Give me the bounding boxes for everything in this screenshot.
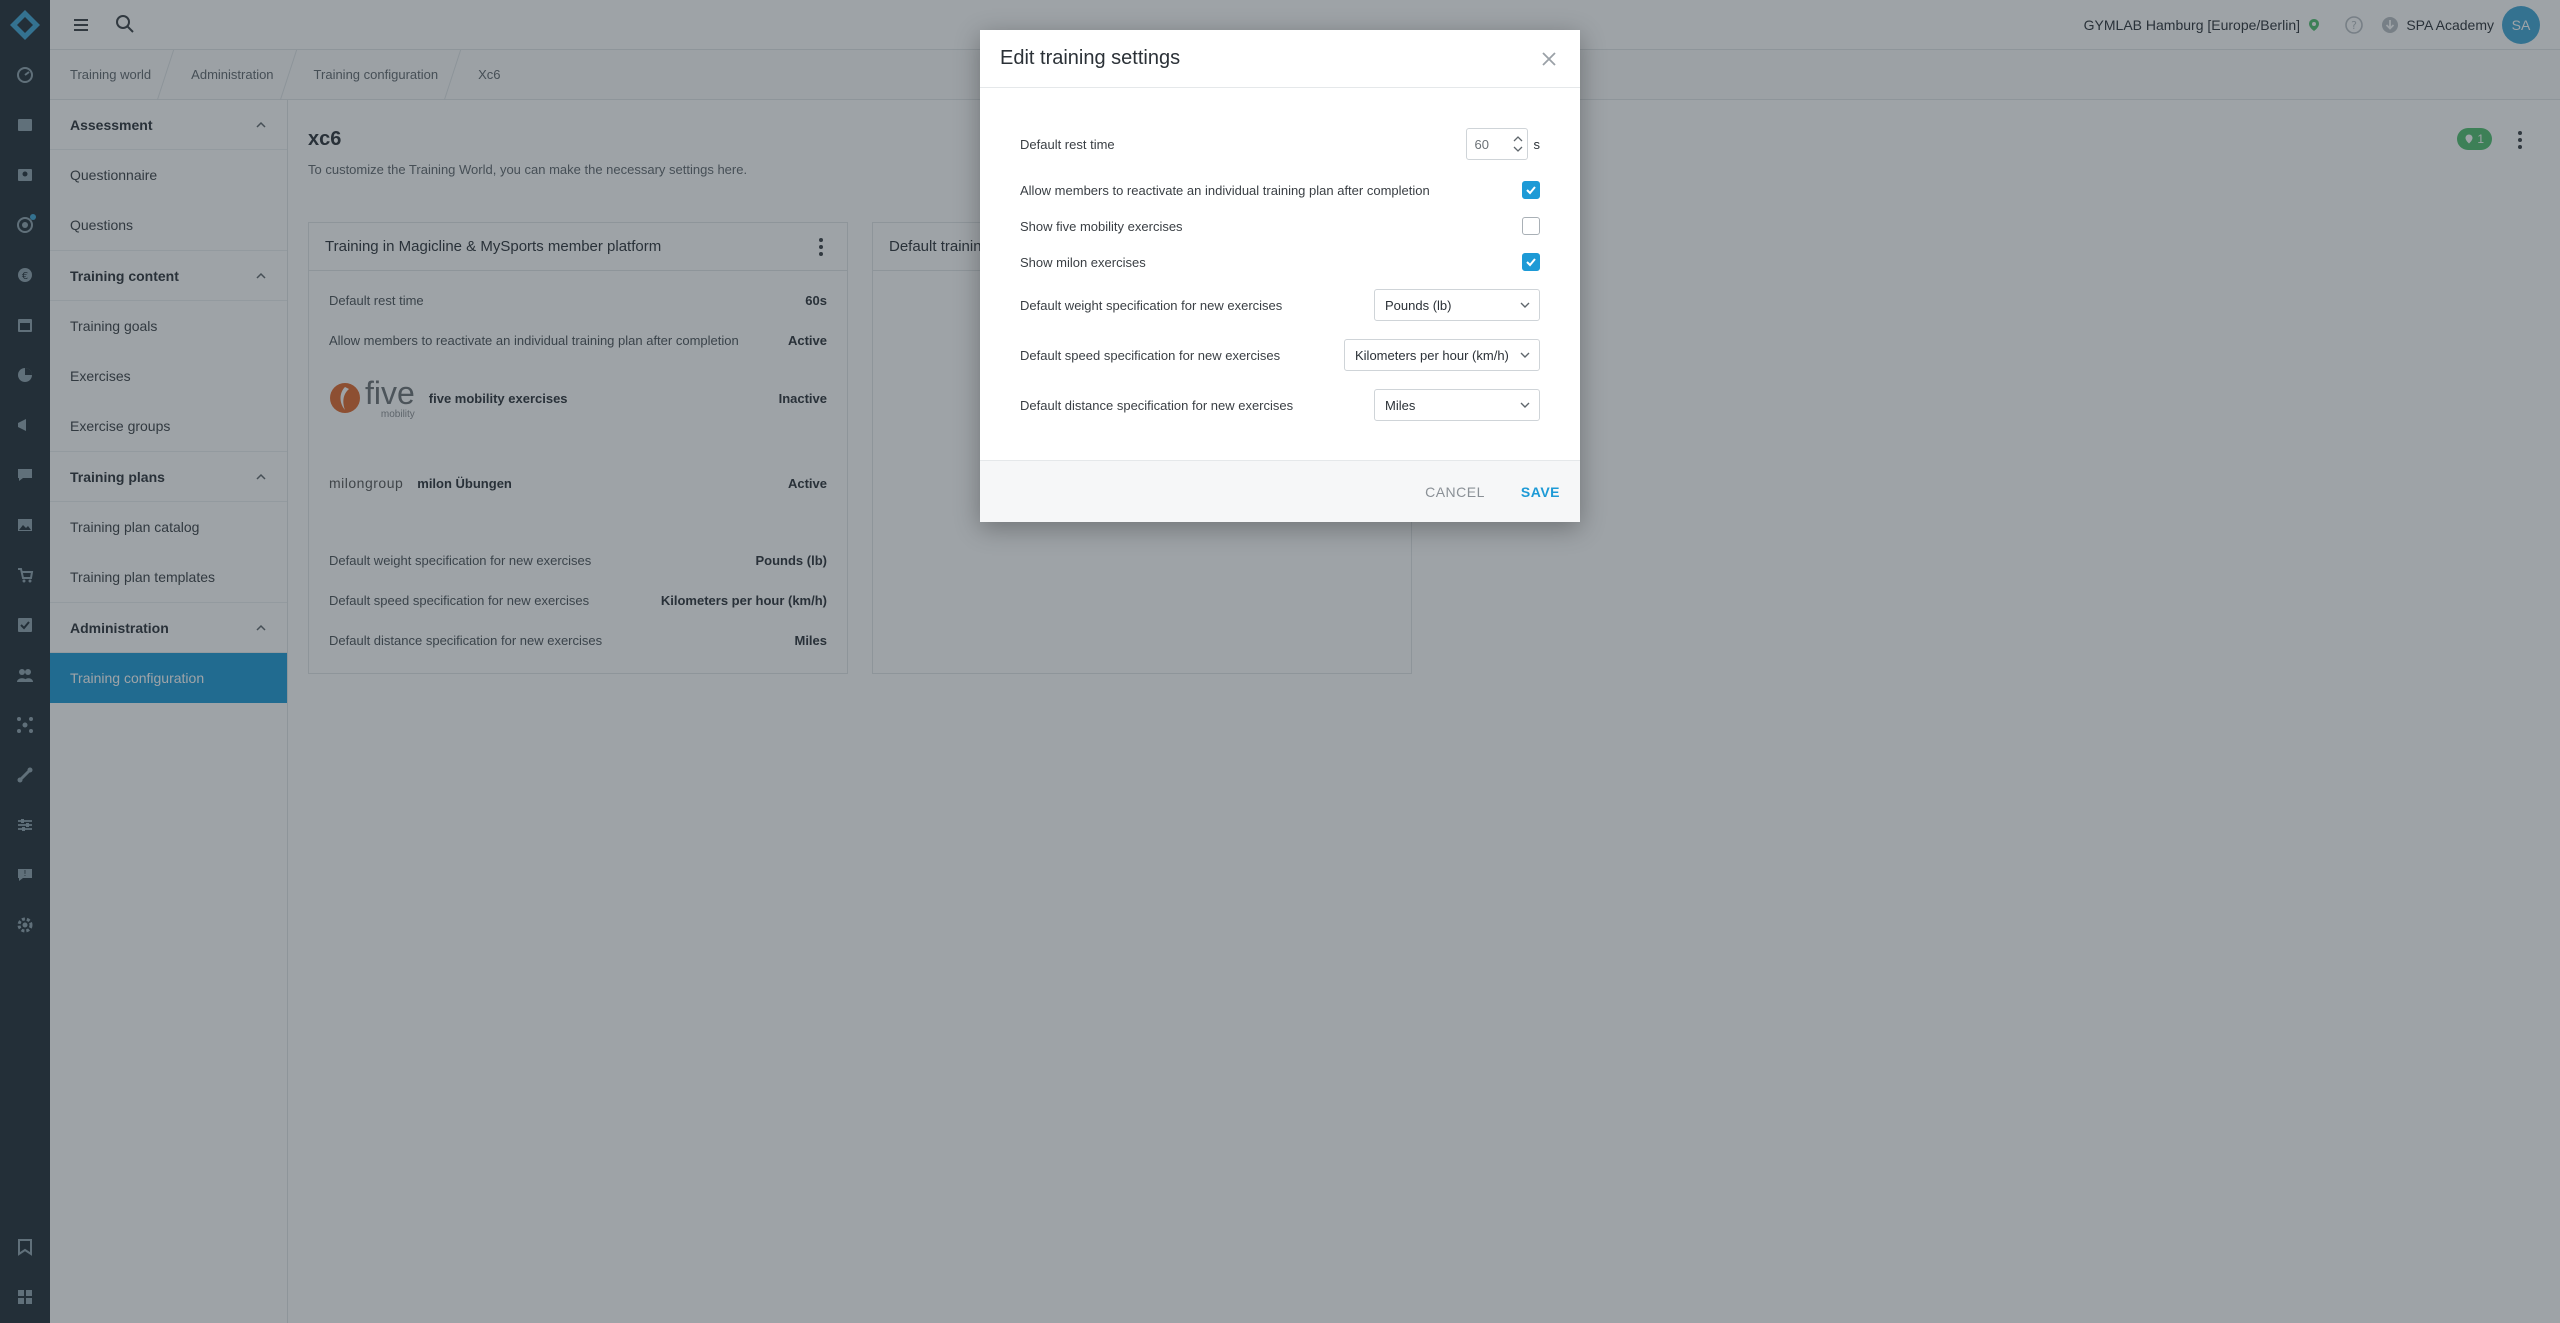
save-button[interactable]: SAVE xyxy=(1521,484,1560,500)
rest-time-row: Default rest time 60 s xyxy=(1020,128,1540,160)
dialog-header: Edit training settings xyxy=(980,30,1580,88)
rest-time-stepper: 60 s xyxy=(1465,128,1541,160)
rest-time-value: 60 xyxy=(1474,136,1489,152)
rest-time-spinner xyxy=(1513,135,1523,153)
chevron-down-icon xyxy=(1520,402,1530,408)
milon-checkbox[interactable] xyxy=(1522,253,1540,271)
decrement-chevron-down-icon[interactable] xyxy=(1513,145,1523,153)
distance-row: Default distance specification for new e… xyxy=(1020,389,1540,421)
weight-selected-value: Pounds (lb) xyxy=(1385,297,1452,313)
weight-select[interactable]: Pounds (lb) xyxy=(1374,289,1540,321)
speed-label: Default speed specification for new exer… xyxy=(1020,347,1281,363)
speed-select[interactable]: Kilometers per hour (km/h) xyxy=(1344,339,1540,371)
distance-select[interactable]: Miles xyxy=(1374,389,1540,421)
close-icon[interactable] xyxy=(1538,48,1560,70)
milon-label: Show milon exercises xyxy=(1020,254,1146,270)
speed-row: Default speed specification for new exer… xyxy=(1020,339,1540,371)
reactivate-checkbox[interactable] xyxy=(1522,181,1540,199)
weight-label: Default weight specification for new exe… xyxy=(1020,297,1283,313)
checkmark-icon xyxy=(1526,186,1536,195)
rest-time-unit: s xyxy=(1533,136,1541,152)
weight-row: Default weight specification for new exe… xyxy=(1020,289,1540,321)
rest-time-input[interactable]: 60 xyxy=(1465,128,1528,160)
reactivate-row: Allow members to reactivate an individua… xyxy=(1020,181,1540,199)
dialog-title: Edit training settings xyxy=(1000,47,1181,69)
five-mobility-checkbox[interactable] xyxy=(1522,217,1540,235)
chevron-down-icon xyxy=(1520,352,1530,358)
milon-row: Show milon exercises xyxy=(1020,253,1540,271)
distance-selected-value: Miles xyxy=(1385,397,1416,413)
checkmark-icon xyxy=(1526,258,1536,267)
speed-selected-value: Kilometers per hour (km/h) xyxy=(1355,347,1509,363)
five-mobility-row: Show five mobility exercises xyxy=(1020,217,1540,235)
reactivate-label: Allow members to reactivate an individua… xyxy=(1020,182,1430,198)
five-mobility-label: Show five mobility exercises xyxy=(1020,218,1183,234)
cancel-button[interactable]: CANCEL xyxy=(1425,484,1485,500)
edit-training-settings-dialog: Edit training settings Default rest time… xyxy=(980,30,1580,522)
chevron-down-icon xyxy=(1520,302,1530,308)
distance-label: Default distance specification for new e… xyxy=(1020,397,1294,413)
increment-chevron-up-icon[interactable] xyxy=(1513,135,1523,143)
dialog-footer: CANCEL SAVE xyxy=(980,460,1580,522)
rest-time-label: Default rest time xyxy=(1020,136,1115,152)
